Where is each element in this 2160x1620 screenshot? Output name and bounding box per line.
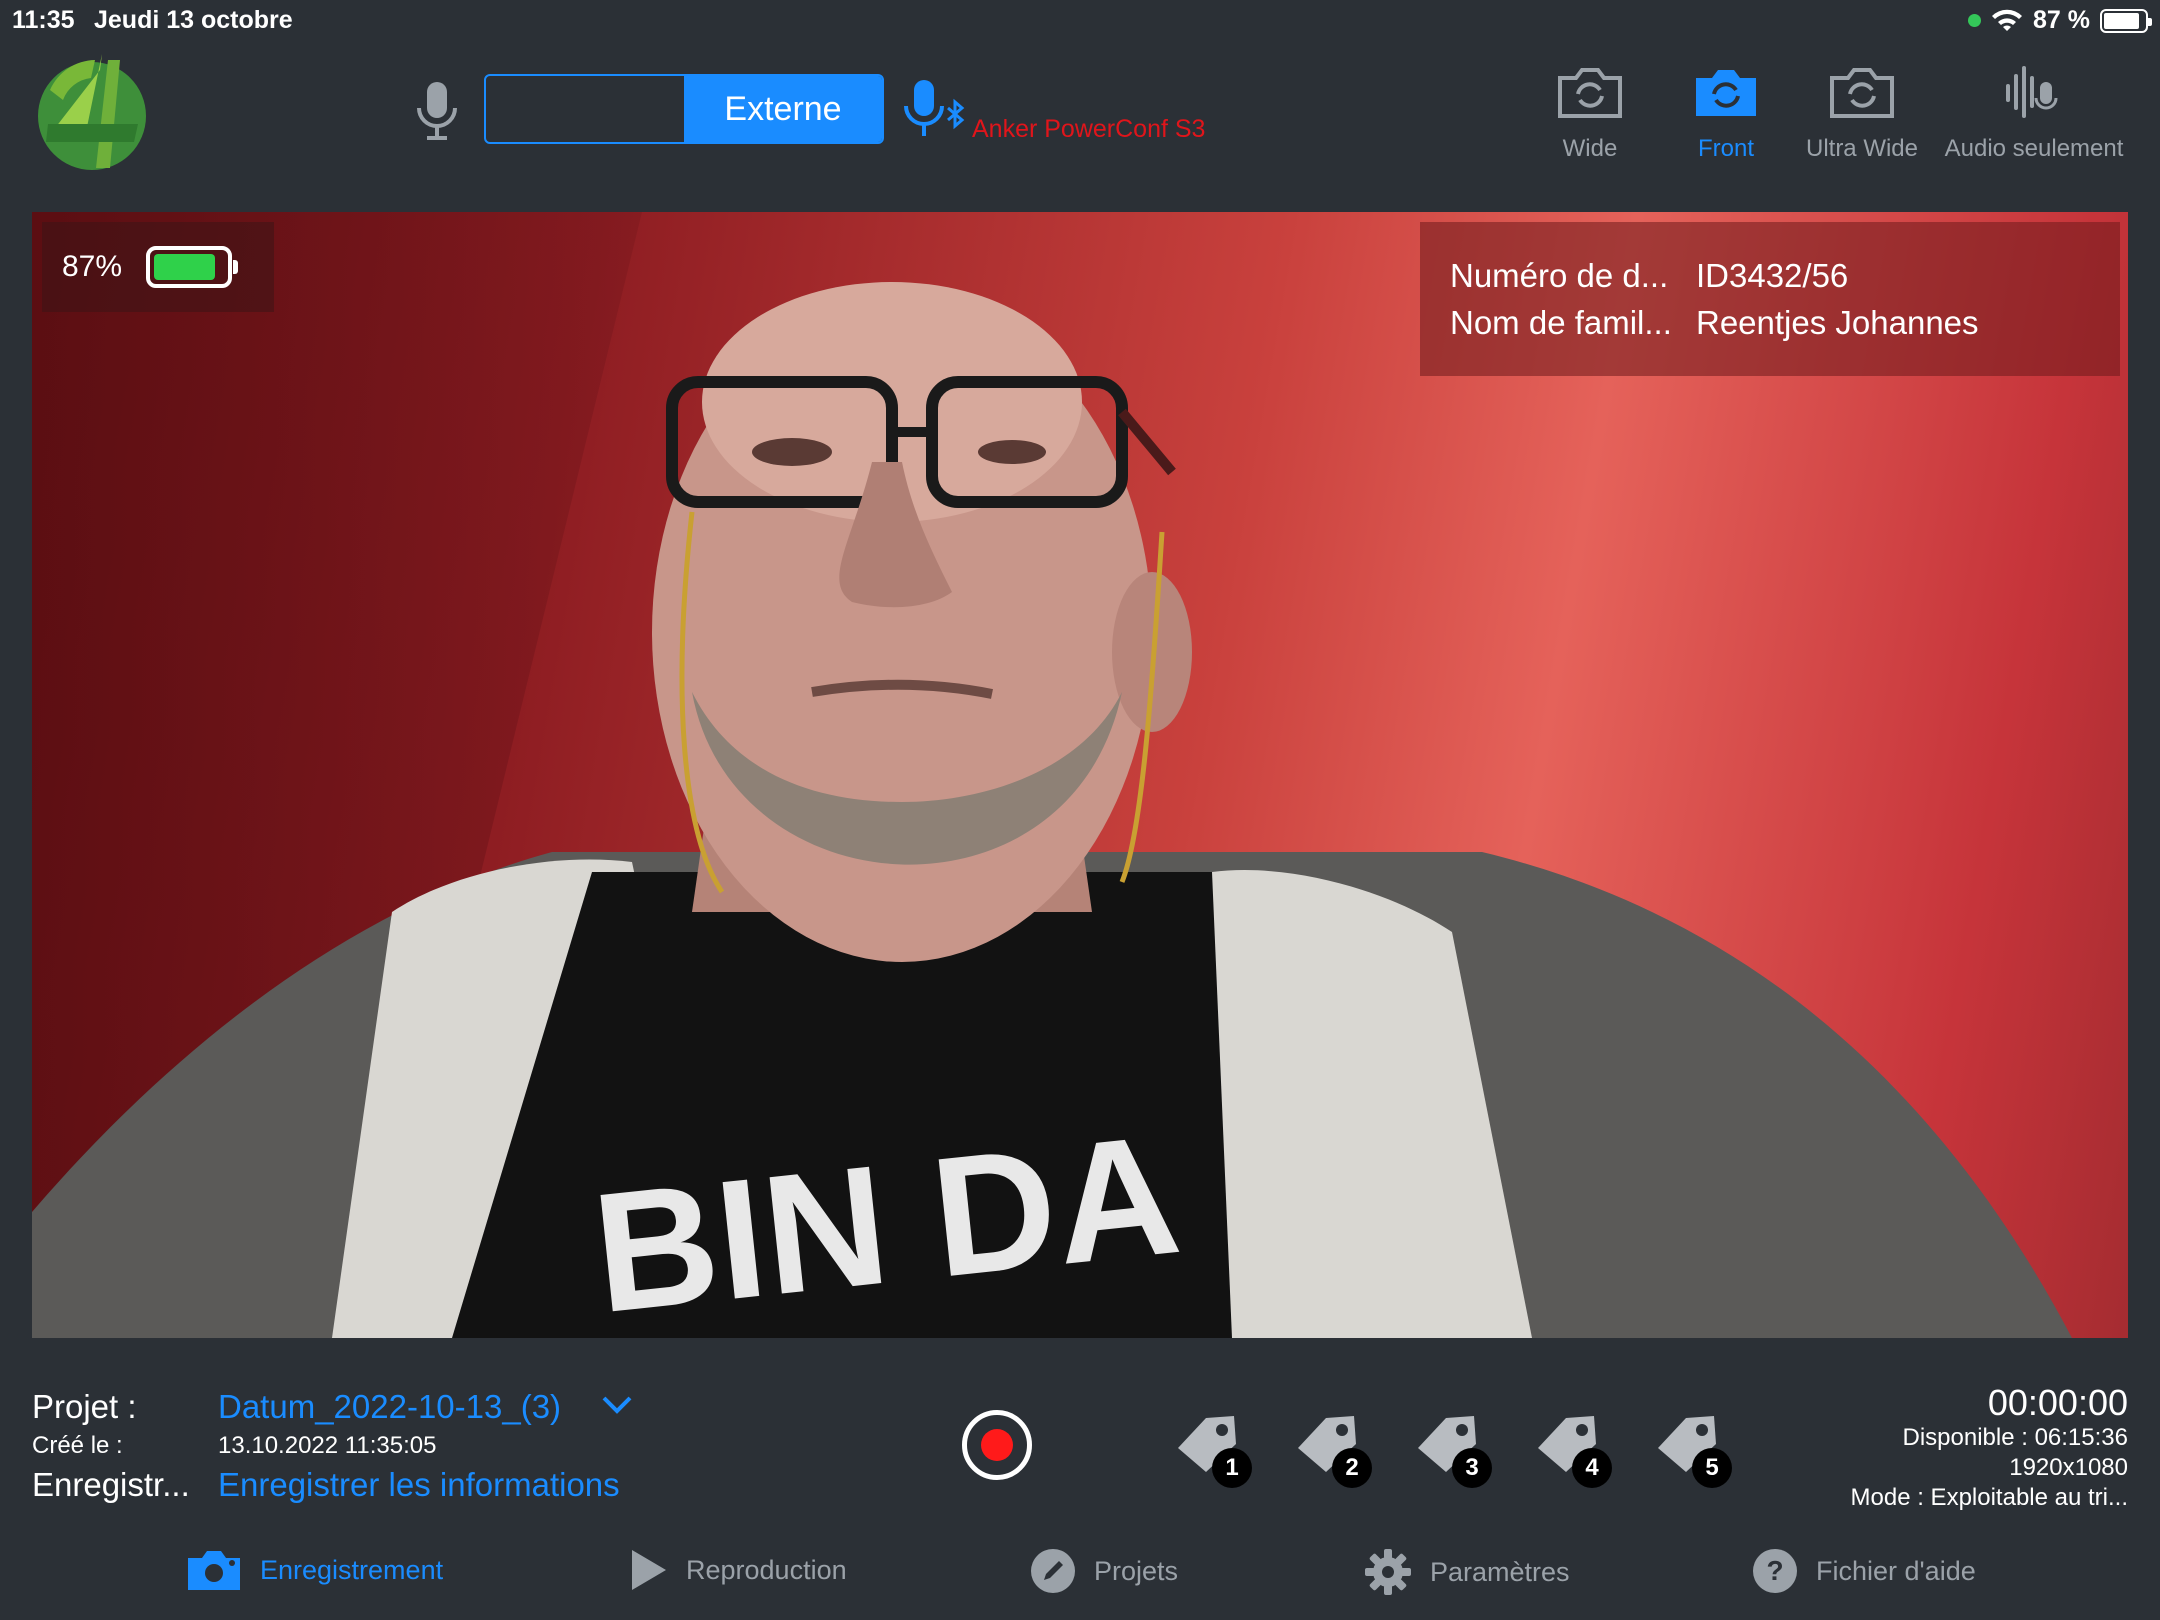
- audio-only-button[interactable]: Audio seulement: [1934, 64, 2134, 163]
- tab-enregistrement[interactable]: Enregistrement: [186, 1548, 443, 1592]
- camera-wide-button[interactable]: Wide: [1520, 64, 1660, 163]
- info-key: Numéro de d...: [1450, 257, 1669, 294]
- tag-number: 2: [1332, 1448, 1372, 1488]
- info-key: Nom de famil...: [1450, 304, 1672, 341]
- tag-button-1[interactable]: 1: [1172, 1408, 1252, 1488]
- camera-switch-icon: [1558, 68, 1622, 118]
- audio-only-label: Audio seulement: [1944, 135, 2124, 162]
- chevron-down-icon[interactable]: [600, 1392, 634, 1416]
- tag-number: 5: [1692, 1448, 1732, 1488]
- status-bar: 11:35 Jeudi 13 octobre 87 %: [0, 0, 2160, 40]
- person-video-feed: BIN DA: [32, 282, 2072, 1338]
- tab-reproduction[interactable]: Reproduction: [628, 1548, 847, 1592]
- tab-label: Paramètres: [1430, 1556, 1570, 1587]
- svg-text:?: ?: [1766, 1555, 1783, 1586]
- camera-switch-icon: [1830, 68, 1894, 118]
- status-battery-icon: [2100, 8, 2152, 33]
- battery-icon: [146, 246, 239, 288]
- status-right: 87 %: [1968, 6, 2152, 35]
- device-battery-percent: 87%: [62, 250, 123, 283]
- external-device-name: Anker PowerConf S3: [972, 115, 1206, 143]
- tag-number: 3: [1452, 1448, 1492, 1488]
- tab-bar: Enregistrement Reproduction Projets Para…: [0, 1540, 2160, 1604]
- status-date: Jeudi 13 octobre: [94, 6, 293, 34]
- camera-wide-label: Wide: [1562, 135, 1618, 162]
- tag-button-3[interactable]: 3: [1412, 1408, 1492, 1488]
- camera-switch-icon: [1696, 70, 1756, 116]
- recording-mode: Mode : Exploitable au tri...: [1850, 1484, 2128, 1511]
- info-row: Nom de famil... Reentjes Johannes: [1450, 299, 2090, 346]
- gear-icon: [1365, 1549, 1411, 1595]
- tab-projets[interactable]: Projets: [1030, 1548, 1178, 1594]
- video-resolution: 1920x1080: [2009, 1454, 2128, 1481]
- camera-ultra-wide-button[interactable]: Ultra Wide: [1792, 64, 1932, 163]
- status-time: 11:35: [12, 6, 75, 34]
- info-value: Reentjes Johannes: [1696, 304, 1979, 341]
- tab-label: Projets: [1094, 1555, 1179, 1586]
- audio-source-external[interactable]: Externe: [684, 76, 882, 142]
- tag-number: 4: [1572, 1448, 1612, 1488]
- mic-active-indicator: [1968, 14, 1982, 27]
- info-row: Numéro de d... ID3432/56: [1450, 252, 2090, 299]
- camera-icon: [188, 1551, 240, 1590]
- tab-label: Fichier d'aide: [1816, 1555, 1976, 1586]
- record-info-label: Enregistr...: [32, 1466, 190, 1503]
- status-battery-text: 87 %: [2033, 6, 2090, 34]
- created-label: Créé le :: [32, 1432, 123, 1459]
- tag-button-5[interactable]: 5: [1652, 1408, 1732, 1488]
- available-time: Disponible : 06:15:36: [1902, 1424, 2129, 1451]
- record-button[interactable]: [962, 1410, 1032, 1480]
- audio-source-internal[interactable]: [486, 76, 684, 142]
- patient-info-overlay: Numéro de d... ID3432/56 Nom de famil...…: [1420, 222, 2120, 376]
- camera-ultra-wide-label: Ultra Wide: [1805, 135, 1919, 162]
- tab-fichier-aide[interactable]: ? Fichier d'aide: [1752, 1548, 1976, 1594]
- play-icon: [632, 1550, 666, 1590]
- microphone-icon: [417, 82, 457, 140]
- waveform-microphone-icon: [2006, 66, 2058, 118]
- help-icon: ?: [1753, 1549, 1797, 1593]
- tab-parametres[interactable]: Paramètres: [1364, 1548, 1570, 1596]
- tag-button-4[interactable]: 4: [1532, 1408, 1612, 1488]
- pencil-icon: [1031, 1549, 1075, 1593]
- record-dot-icon: [981, 1429, 1013, 1461]
- camera-front-button[interactable]: Front: [1656, 64, 1796, 163]
- tag-number: 1: [1212, 1448, 1252, 1488]
- info-value: ID3432/56: [1696, 257, 1849, 294]
- created-value: 13.10.2022 11:35:05: [218, 1432, 437, 1459]
- audio-source-selector[interactable]: Externe: [484, 74, 884, 144]
- camera-front-label: Front: [1697, 135, 1754, 162]
- save-information-link[interactable]: Enregistrer les informations: [218, 1466, 620, 1504]
- recording-timer: 00:00:00: [1987, 1382, 2128, 1423]
- camera-preview[interactable]: BIN DA: [32, 212, 2128, 1338]
- tag-button-2[interactable]: 2: [1292, 1408, 1372, 1488]
- wifi-icon: [1992, 9, 2023, 31]
- project-label: Projet :: [32, 1388, 137, 1425]
- bluetooth-microphone-icon: [904, 80, 965, 136]
- tab-label: Enregistrement: [260, 1554, 444, 1585]
- tab-label: Reproduction: [686, 1554, 847, 1585]
- project-dropdown[interactable]: Datum_2022-10-13_(3): [218, 1388, 561, 1426]
- device-battery-overlay: 87%: [42, 222, 274, 312]
- app-logo: [38, 54, 146, 170]
